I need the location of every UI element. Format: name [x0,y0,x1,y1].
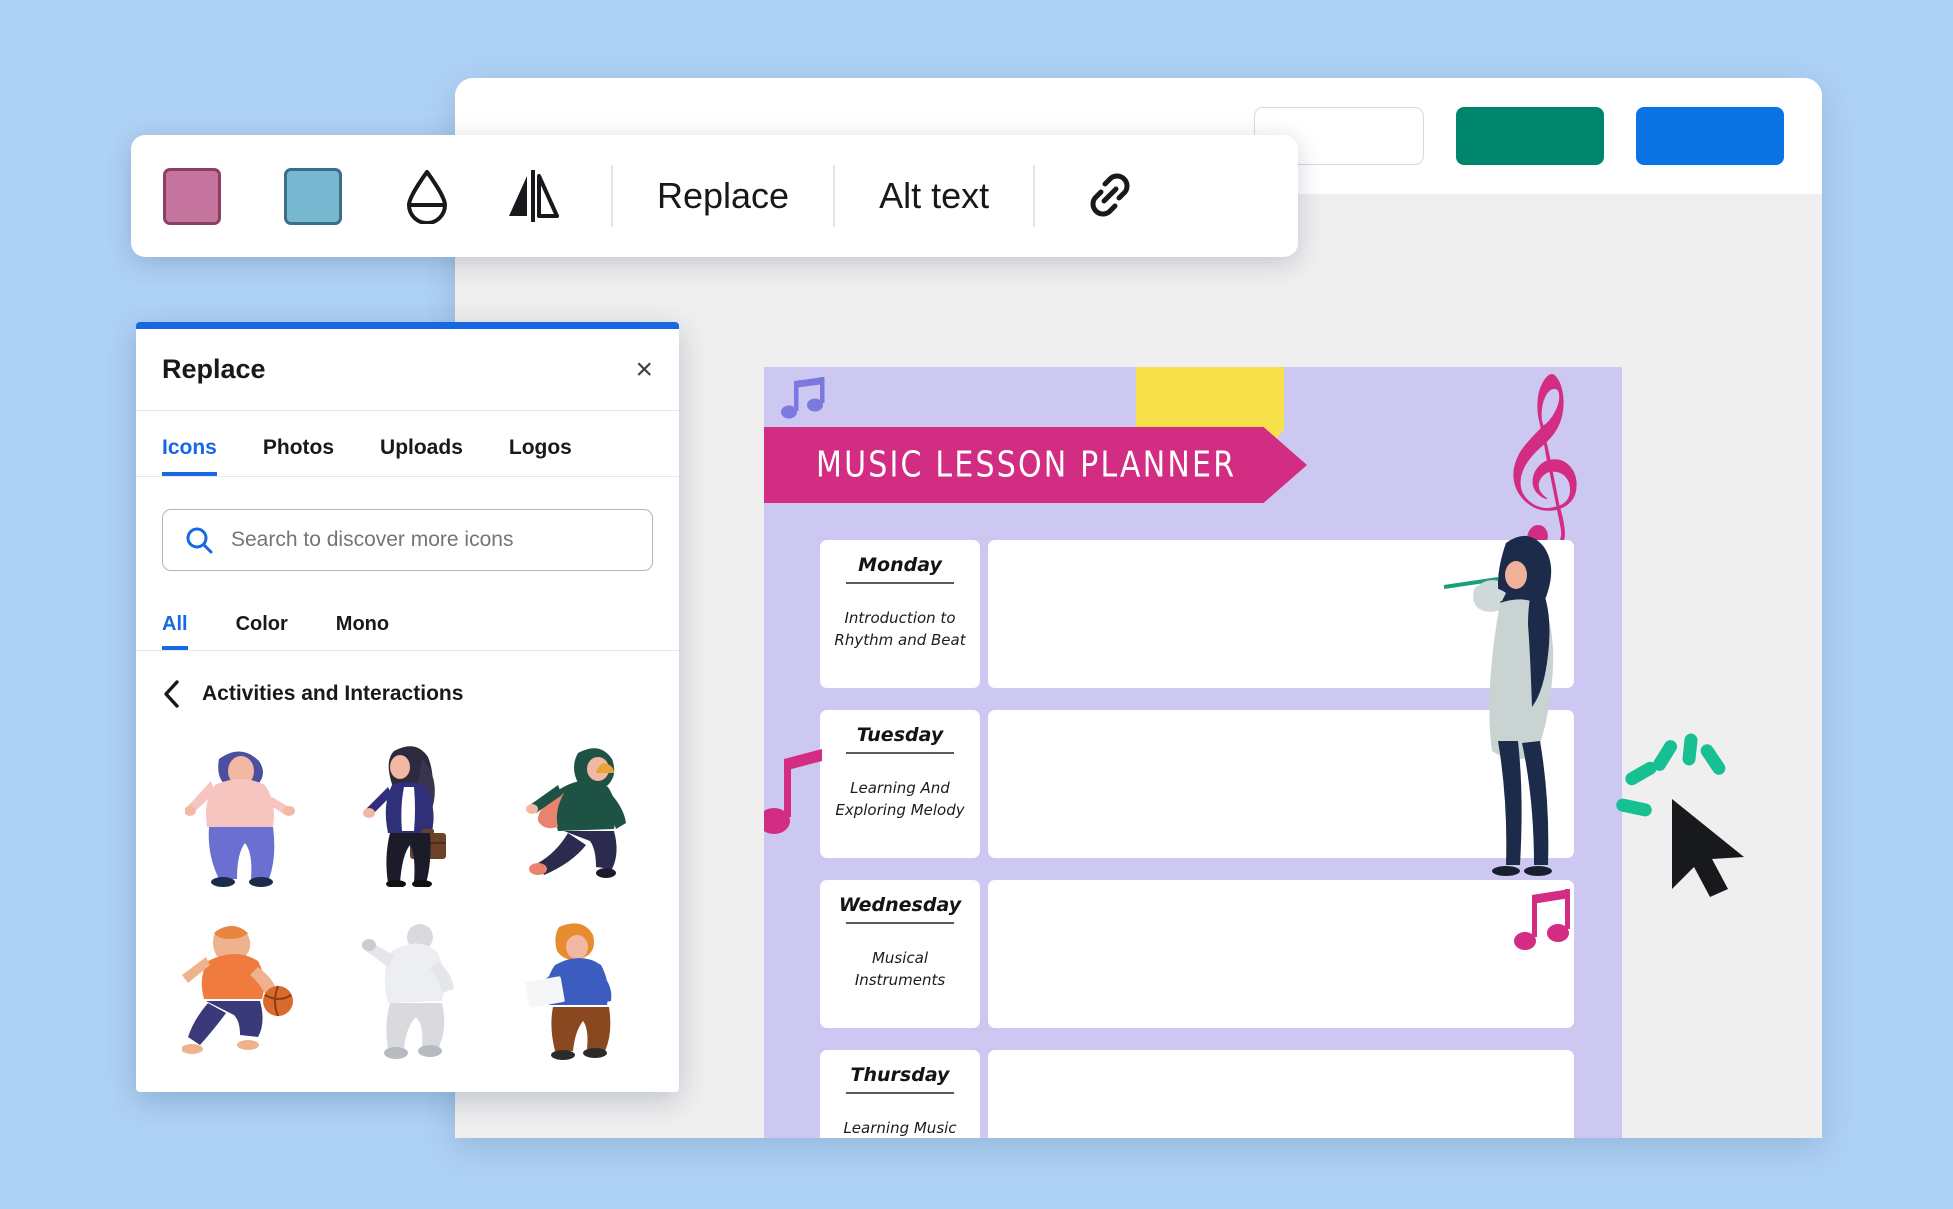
transparency-button[interactable] [405,135,449,257]
tab-icons[interactable]: Icons [162,436,217,476]
day-underline [846,582,954,584]
icon-result-person-throwing-white[interactable] [329,907,486,1077]
primary-blue-button[interactable] [1636,107,1784,165]
tab-photos[interactable]: Photos [263,436,334,476]
filter-mono[interactable]: Mono [336,613,389,650]
day-notes-cell[interactable] [988,1050,1574,1138]
category-label: Activities and Interactions [202,682,464,705]
person-playing-basketball-icon [181,925,293,1054]
icon-style-filters: All Color Mono [136,599,679,651]
tab-uploads[interactable]: Uploads [380,436,463,476]
filter-all[interactable]: All [162,613,188,650]
icon-result-person-basketball[interactable] [162,907,319,1077]
droplet-icon [407,170,447,224]
cursor-ray [1650,737,1680,774]
icon-result-businesswoman-briefcase[interactable] [329,727,486,897]
day-label-cell: Monday Introduction to Rhythm and Beat [820,540,980,688]
day-underline [846,1092,954,1094]
day-name: Thursday [850,1064,950,1086]
page-title: MUSIC LESSON PLANNER [816,444,1237,486]
day-topic: Learning MusicTheory [843,1119,957,1137]
click-cursor [1615,732,1786,899]
day-name: Monday [858,554,942,576]
day-name: Wednesday [838,894,962,916]
flip-horizontal-icon [509,170,559,222]
panel-title: Replace [162,354,266,384]
icon-result-person-reading-map[interactable] [496,907,653,1077]
link-button[interactable] [1035,135,1185,257]
icon-result-person-running-backpack[interactable] [496,727,653,897]
filter-color[interactable]: Color [236,613,288,650]
person-running-with-backpack-icon [525,748,626,878]
day-topic: Learning And Exploring Melody [835,779,965,819]
icon-result-person-arms-open[interactable] [162,727,319,897]
search-input[interactable] [231,528,630,552]
businesswoman-with-briefcase-icon [362,746,446,887]
day-label-cell: Wednesday Musical Instruments [820,880,980,1028]
replace-button[interactable]: Replace [613,175,833,217]
person-arms-open-icon [184,751,295,887]
close-icon[interactable]: × [635,354,653,385]
music-note-icon [781,377,825,419]
replace-panel-tabs: Icons Photos Uploads Logos [136,411,679,477]
treble-clef-icon: 𝄞 [1495,371,1584,545]
person-reading-map-orange-icon [524,923,611,1060]
day-underline [846,752,954,754]
violinist-illustration[interactable] [1440,515,1576,935]
alt-text-button[interactable]: Alt text [835,175,1033,217]
color-swatch-blue [284,167,342,225]
music-note-icon [764,749,822,834]
color-swatch-pink [163,167,221,225]
category-header: Activities and Interactions [136,651,679,719]
cursor-ray [1615,797,1653,818]
color-swatch-blue-button[interactable] [284,135,342,257]
day-name: Tuesday [856,724,944,746]
cursor-ray [1698,741,1728,778]
screenshot-root: MUSIC LESSON PLANNER 𝄞 Monday Introducti… [0,0,1953,1209]
primary-green-button[interactable] [1456,107,1604,165]
day-topic: Musical Instruments [854,949,946,989]
cursor-ray [1681,732,1699,767]
tab-logos[interactable]: Logos [509,436,572,476]
search-field[interactable] [162,509,653,571]
floating-format-toolbar: Replace Alt text [131,135,1298,257]
icon-results-grid [136,719,679,1077]
design-artboard[interactable]: MUSIC LESSON PLANNER 𝄞 Monday Introducti… [764,367,1622,1138]
day-label-cell: Tuesday Learning And Exploring Melody [820,710,980,858]
cursor-arrow-icon [1672,799,1744,897]
table-row[interactable]: Thursday Learning MusicTheory [820,1050,1574,1138]
flip-button[interactable] [503,135,563,257]
search-icon [186,527,213,554]
day-label-cell: Thursday Learning MusicTheory [820,1050,980,1138]
color-swatch-pink-button[interactable] [163,135,221,257]
person-throwing-in-white-outfit-icon [361,924,454,1059]
replace-panel-header: Replace × [136,329,679,411]
day-topic: Introduction to Rhythm and Beat [834,609,966,649]
chevron-left-icon[interactable] [162,679,182,709]
design-title-banner[interactable]: MUSIC LESSON PLANNER [764,427,1307,503]
day-underline [846,922,954,924]
link-icon [1090,173,1130,217]
replace-panel: Replace × Icons Photos Uploads Logos All… [136,322,679,1092]
